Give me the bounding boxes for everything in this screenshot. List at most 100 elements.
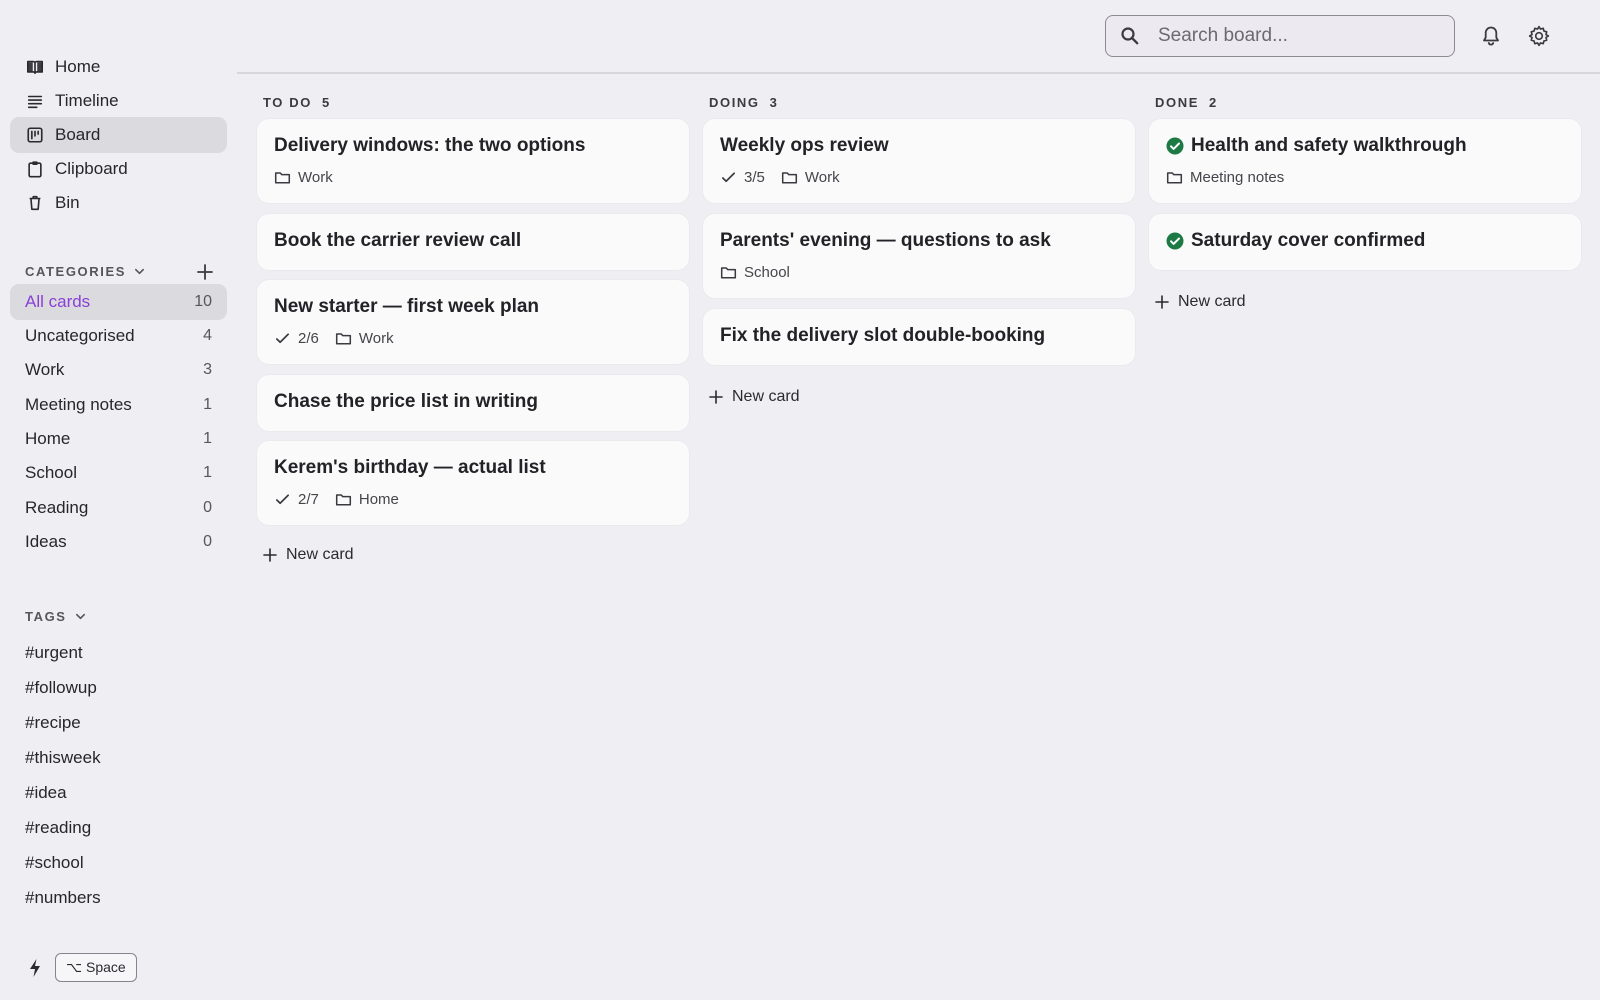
plus-icon (1155, 295, 1169, 309)
card-title: Kerem's birthday — actual list (274, 457, 546, 478)
chevron-down-icon (75, 613, 85, 620)
card-meta: 2/6 Work (274, 330, 672, 347)
folder-icon (720, 267, 737, 279)
search-icon (1121, 27, 1139, 45)
category-item-school[interactable]: School 1 (10, 455, 227, 491)
column-todo: TO DO 5 Delivery windows: the two option… (257, 90, 689, 563)
category-count: 4 (203, 327, 212, 344)
app-window: Home Timeline Board Clipboard Bin CATEGO… (0, 0, 1600, 1000)
done-check-icon[interactable] (1166, 232, 1184, 250)
category-label: Work (25, 360, 65, 379)
category-label: Work (804, 169, 840, 186)
card-title: Chase the price list in writing (274, 391, 538, 412)
board-icon (25, 125, 45, 145)
plus-icon (709, 390, 723, 404)
card[interactable]: Weekly ops review 3/5 Work (703, 119, 1135, 203)
nav-item-home[interactable]: Home (10, 49, 227, 85)
tag-item[interactable]: #school (25, 851, 84, 875)
checkmark-icon (275, 494, 290, 505)
category-item-reading[interactable]: Reading 0 (10, 490, 227, 526)
new-card-button[interactable]: New card (709, 388, 800, 406)
tag-item[interactable]: #numbers (25, 886, 101, 910)
card-meta: School (720, 264, 1118, 281)
settings-button[interactable] (1527, 24, 1551, 48)
card-title: Parents' evening — questions to ask (720, 230, 1051, 251)
card[interactable]: Delivery windows: the two options Work (257, 119, 689, 203)
card[interactable]: Health and safety walkthrough Meeting no… (1149, 119, 1581, 203)
card[interactable]: Kerem's birthday — actual list 2/7 Home (257, 441, 689, 525)
nav-label: Board (55, 125, 101, 144)
tag-item[interactable]: #recipe (25, 711, 81, 735)
card[interactable]: Chase the price list in writing (257, 375, 689, 431)
done-check-icon[interactable] (1166, 137, 1184, 155)
category-label: Ideas (25, 532, 67, 551)
column-header: DONE 2 (1149, 90, 1581, 114)
new-card-button[interactable]: New card (1155, 293, 1246, 311)
category-label: Home (358, 491, 399, 508)
card[interactable]: New starter — first week plan 2/6 Work (257, 280, 689, 364)
lightning-icon[interactable] (27, 958, 43, 978)
card-title-row: Saturday cover confirmed (1166, 230, 1564, 252)
category-label: School (744, 264, 790, 281)
card[interactable]: Book the carrier review call (257, 214, 689, 270)
plus-icon (197, 264, 213, 280)
list-icon (25, 91, 45, 111)
tags-title: TAGS (25, 609, 67, 624)
column-title: DOING (709, 94, 760, 110)
column-count: 5 (321, 94, 330, 110)
category-label: Reading (25, 498, 89, 517)
checkmark-icon (275, 333, 290, 344)
add-category-button[interactable] (195, 262, 215, 282)
nav-label: Timeline (55, 91, 119, 110)
category-item-meeting-notes[interactable]: Meeting notes 1 (10, 387, 227, 423)
column-title: DONE (1155, 94, 1199, 110)
tag-item[interactable]: #followup (25, 676, 97, 700)
card-title: New starter — first week plan (274, 296, 540, 317)
tag-item[interactable]: #reading (25, 816, 91, 840)
category-item-home[interactable]: Home 1 (10, 421, 227, 457)
card-category: Work (335, 330, 394, 347)
tag-item[interactable]: #idea (25, 781, 67, 805)
plus-icon (263, 548, 277, 562)
search-input[interactable] (1158, 25, 1438, 47)
card[interactable]: Saturday cover confirmed (1149, 214, 1581, 270)
card-title: Health and safety walkthrough (1191, 135, 1467, 156)
category-item-work[interactable]: Work 3 (10, 352, 227, 388)
card-checklist: 2/6 (274, 330, 319, 347)
checklist-progress: 2/7 (298, 491, 319, 508)
card[interactable]: Fix the delivery slot double-booking (703, 309, 1135, 365)
bell-icon (1483, 26, 1499, 46)
card[interactable]: Parents' evening — questions to ask Scho… (703, 214, 1135, 298)
category-item-ideas[interactable]: Ideas 0 (10, 524, 227, 560)
clipboard-icon (25, 159, 45, 179)
card-category: Home (335, 491, 399, 508)
nav-label: Bin (55, 193, 80, 212)
folder-icon (335, 494, 351, 506)
folder-icon (781, 172, 797, 184)
tag-item[interactable]: #thisweek (25, 746, 101, 770)
notifications-button[interactable] (1479, 24, 1503, 48)
new-card-button[interactable]: New card (263, 546, 354, 564)
category-item-uncategorised[interactable]: Uncategorised 4 (10, 318, 227, 354)
column-header: DOING 3 (703, 90, 1135, 114)
categories-header[interactable]: CATEGORIES (25, 264, 145, 279)
nav-item-bin[interactable]: Bin (10, 185, 227, 221)
nav-item-timeline[interactable]: Timeline (10, 83, 227, 119)
category-label: Uncategorised (25, 326, 135, 345)
tag-item[interactable]: #urgent (25, 641, 83, 665)
card-checklist: 3/5 (720, 169, 765, 186)
nav-item-clipboard[interactable]: Clipboard (10, 151, 227, 187)
card-category: Work (781, 169, 840, 186)
folder-icon (335, 333, 351, 345)
category-label: Home (25, 429, 71, 448)
category-item-all-cards[interactable]: All cards 10 (10, 284, 227, 320)
quick-capture-shortcut[interactable]: ⌥ Space (55, 953, 137, 982)
categories-title: CATEGORIES (25, 264, 126, 279)
search-box[interactable] (1105, 15, 1455, 57)
tags-header[interactable]: TAGS (25, 609, 86, 624)
card-title: Fix the delivery slot double-booking (720, 325, 1046, 346)
new-card-label: New card (286, 546, 354, 563)
nav-item-board[interactable]: Board (10, 117, 227, 153)
card-checklist: 2/7 (274, 491, 319, 508)
category-label: School (25, 463, 77, 482)
